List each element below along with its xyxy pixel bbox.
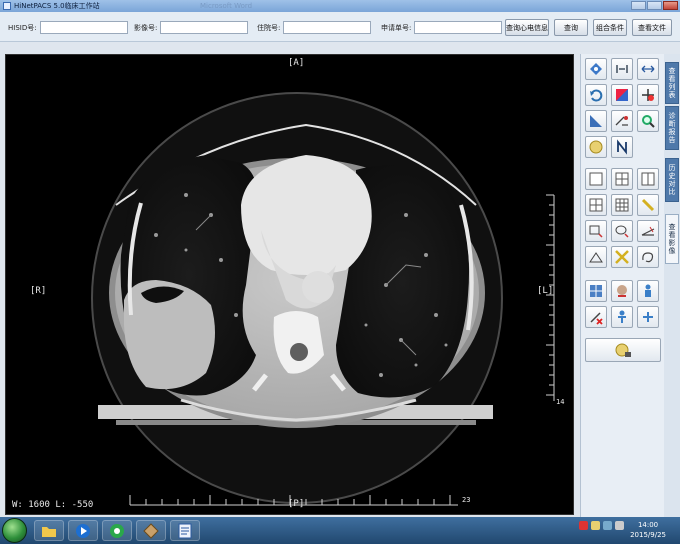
explorer-taskbar-icon[interactable] [34,520,64,541]
tab-history-compare[interactable]: 历史对比 [665,158,679,202]
rect-roi-icon[interactable] [585,220,607,242]
network-tray-icon[interactable] [603,521,612,530]
orientation-top-label: [A] [288,58,305,68]
ellipse-roi-icon[interactable] [611,220,633,242]
measure-angle-icon[interactable] [585,110,607,132]
area-measure-icon[interactable] [585,246,607,268]
freehand-roi-icon[interactable] [637,246,659,268]
request-label: 申请单号: [381,23,412,32]
hisid-label: HISID号: [8,23,37,32]
orientation-north-icon[interactable] [611,136,633,158]
clock-time: 14:00 [637,521,659,529]
magnifier-icon[interactable] [637,110,659,132]
tab-view-list[interactable]: 查看列表 [665,62,679,104]
request-field-group: 申请单号: [381,21,503,34]
word-taskbar-icon[interactable] [170,520,200,541]
mpr-icon[interactable] [585,280,607,302]
clock-date: 2015/9/25 [630,531,666,539]
maximize-button[interactable] [647,1,662,10]
layout-3x3-icon[interactable] [611,194,633,216]
system-tray [579,521,624,530]
window-level-readout: W: 1600 L: -550 [12,500,94,510]
orientation-left-label: [R] [30,286,47,296]
fit-width-icon[interactable] [611,58,633,80]
window-controls [631,1,678,10]
ecg-query-button[interactable]: 查询心电信息 [505,19,549,36]
query-button[interactable]: 查询 [554,19,588,36]
app-icon [3,2,11,10]
browser-taskbar-icon[interactable] [102,520,132,541]
localizer-icon[interactable] [637,306,659,328]
layout-1x2-icon[interactable] [637,168,659,190]
hisid-field-group: HISID号: [8,21,128,34]
inpatient-field-group: 住院号: [257,21,372,34]
tab-diagnosis-report[interactable]: 诊断报告 [665,106,679,150]
close-button[interactable] [663,1,678,10]
ct-slice-image [91,92,555,506]
orientation-bottom-label: [P] [288,499,305,509]
image-no-input[interactable] [160,21,249,34]
volume-tray-icon[interactable] [615,521,624,530]
media-taskbar-icon[interactable] [68,520,98,541]
pacs-taskbar-icon[interactable] [136,520,166,541]
background-window-title: Microsoft Word [200,2,253,10]
window-title: HiNetPACS 5.0临床工作站 [14,2,100,10]
layout-2x2-icon[interactable] [611,168,633,190]
body-model-icon[interactable] [637,280,659,302]
rotate-icon[interactable] [585,84,607,106]
request-input[interactable] [414,21,503,34]
export-icon[interactable] [585,338,661,362]
delete-annotation-icon[interactable] [585,306,607,328]
ruler-right-value: 14 [556,398,565,406]
image-no-label: 影像号: [134,23,158,32]
antivirus-tray-icon[interactable] [579,521,588,530]
layout-1x1-icon[interactable] [585,168,607,190]
tool-panel [580,54,664,517]
ime-tray-icon[interactable] [591,521,600,530]
combo-condition-button[interactable]: 组合条件 [593,19,627,36]
window-level-icon[interactable] [637,84,659,106]
layout-2x2-alt-icon[interactable] [585,194,607,216]
inpatient-input[interactable] [283,21,372,34]
reset-icon[interactable] [585,136,607,158]
ct-image-viewport[interactable]: [A] [P] [R] [L] W: 1600 L: -550 23 14 [5,54,574,515]
tab-view-images[interactable]: 查看影像 [665,214,679,264]
taskbar-clock[interactable]: 14:00 2015/9/25 [630,520,666,540]
cross-line-icon[interactable] [611,246,633,268]
inpatient-label: 住院号: [257,23,281,32]
select-tool-icon[interactable] [585,58,607,80]
search-toolbar: HISID号: 影像号: 住院号: 申请单号: 查询心电信息 查询 组合条件 查… [0,12,680,42]
line-measure-icon[interactable] [637,194,659,216]
image-no-field-group: 影像号: [134,21,249,34]
orientation-right-label: [L] [537,286,554,296]
title-bar: HiNetPACS 5.0临床工作站 Microsoft Word [0,0,680,12]
annotation-icon[interactable] [611,110,633,132]
volume-render-icon[interactable] [611,280,633,302]
minimize-button[interactable] [631,1,646,10]
start-button[interactable] [2,518,27,543]
pacs-workstation-window: HiNetPACS 5.0临床工作站 Microsoft Word HISID号… [0,0,680,544]
fit-horizontal-icon[interactable] [637,58,659,80]
windows-taskbar: 14:00 2015/9/25 [0,517,680,544]
hisid-input[interactable] [39,21,128,34]
angle-measure-icon[interactable] [637,220,659,242]
view-file-button[interactable]: 查看文件 [632,19,672,36]
invert-icon[interactable] [611,84,633,106]
body-position-icon[interactable] [611,306,633,328]
ruler-bottom-value: 23 [462,496,471,504]
side-tab-strip: 查看列表 诊断报告 历史对比 查看影像 [664,54,680,517]
